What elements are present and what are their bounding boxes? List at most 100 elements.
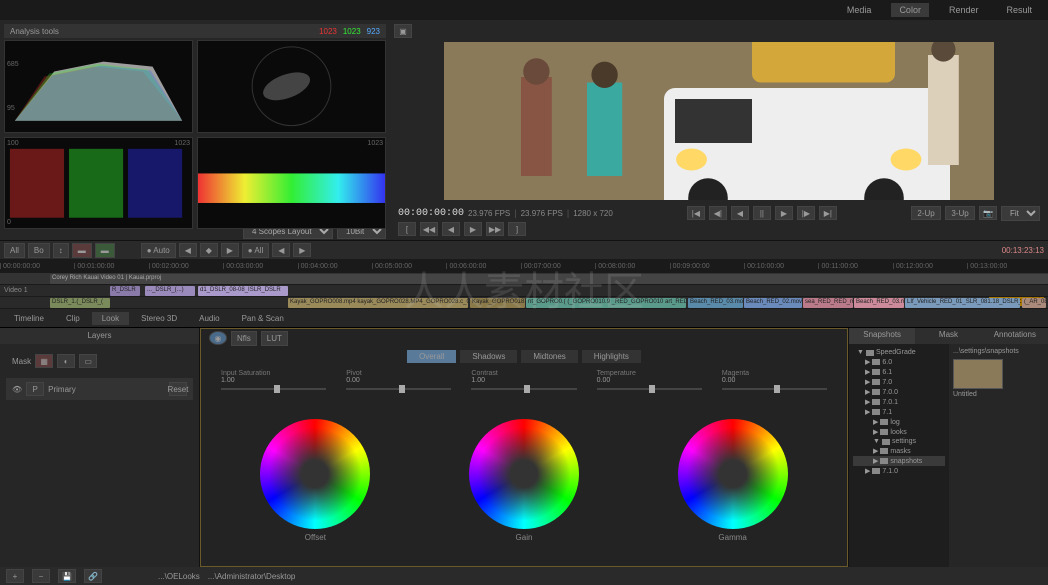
prev-edit-button[interactable]: ◀◀ (420, 222, 438, 236)
tab-snapshots[interactable]: Snapshots (849, 328, 915, 344)
snapshot-thumb[interactable] (953, 359, 1003, 389)
tree-item[interactable]: ▶ masks (853, 446, 945, 456)
tree-item[interactable]: ▶ looks (853, 427, 945, 437)
timeline-ruler[interactable]: 00:00:00:0000:01:00:0000:02:00:0000:03:0… (0, 259, 1048, 273)
tree-item[interactable]: ▶ 6.1 (853, 367, 945, 377)
goto-start-button[interactable]: |◀ (687, 206, 705, 220)
scope-histogram[interactable]: 685 95 (4, 40, 193, 133)
link-icon[interactable]: 🔗 (84, 569, 102, 583)
color-wheel-offset[interactable] (260, 419, 370, 529)
range-shadows-tab[interactable]: Shadows (460, 350, 517, 363)
range-overall-tab[interactable]: Overall (407, 350, 456, 363)
keyframe-prev-button[interactable]: ◀ (179, 243, 197, 257)
slider-input[interactable] (221, 388, 326, 390)
play-button[interactable]: ▶ (775, 206, 793, 220)
save-icon[interactable]: 💾 (58, 569, 76, 583)
viewer-monitor[interactable] (444, 42, 994, 200)
goto-end-button[interactable]: ▶| (819, 206, 837, 220)
timeline-clip[interactable]: DSLR_1.(_DSLR_( (50, 298, 110, 308)
range-midtones-tab[interactable]: Midtones (521, 350, 577, 363)
timeline-clip[interactable]: sea_RED_RED_m. (803, 298, 853, 308)
keyframe-next-button[interactable]: ▶ (221, 243, 239, 257)
tree-item[interactable]: ▶ 7.0 (853, 377, 945, 387)
nav-prev-button[interactable]: ◀ (272, 243, 290, 257)
tab-annotations[interactable]: Annotations (982, 328, 1048, 344)
timeline-clip[interactable]: d1_DSLR_08-08_ISLR_DSLR (198, 286, 288, 296)
timeline-clip[interactable]: (_AR_08 (1022, 298, 1046, 308)
snapshot-icon[interactable]: 📷 (979, 206, 997, 220)
prev-frame-button[interactable]: ◀ (442, 222, 460, 236)
timeline-clip[interactable]: nt_GOPRO0.( (_GOPRO010.9 _RED_GOPRO010 a… (526, 298, 686, 308)
tab-look[interactable]: Look (92, 312, 129, 325)
timeline-clip[interactable]: ..._DSLR_(...) (145, 286, 195, 296)
compare-3up-button[interactable]: 3-Up (945, 206, 975, 220)
timeline-clip[interactable]: Beach_RED_03.mov (854, 298, 904, 308)
layer-type-icon[interactable]: P (26, 382, 44, 396)
tab-timeline[interactable]: Timeline (4, 312, 54, 325)
show-all-button[interactable]: ● All (242, 243, 270, 258)
scope-rgb-parade[interactable]: 100 0 1023 (4, 137, 193, 230)
tree-root[interactable]: ▼ SpeedGrade (853, 348, 945, 357)
nav-media[interactable]: Media (839, 3, 880, 17)
step-back-button[interactable]: ◀| (709, 206, 727, 220)
out-point-button[interactable]: ] (508, 222, 526, 236)
tree-item[interactable]: ▶ 7.0.0 (853, 387, 945, 397)
tab-stereo[interactable]: Stereo 3D (131, 312, 187, 325)
tree-item[interactable]: ▶ snapshots (853, 456, 945, 466)
mask-icon-2[interactable]: ◐ (57, 354, 75, 368)
tree-item[interactable]: ▶ 7.0.1 (853, 397, 945, 407)
reset-button[interactable]: Reset (169, 382, 187, 396)
mask-icon-1[interactable]: ▦ (35, 354, 53, 368)
nav-color[interactable]: Color (891, 3, 929, 17)
eye-icon[interactable]: 👁 (12, 385, 22, 394)
tree-item[interactable]: ▶ 7.1 (853, 407, 945, 417)
slider-pivot[interactable] (346, 388, 451, 390)
tab-mask[interactable]: Mask (915, 328, 981, 344)
filter-bo-button[interactable]: Bo (28, 243, 50, 258)
play-reverse-button[interactable]: ◀ (731, 206, 749, 220)
scope-vectorscope[interactable] (197, 40, 386, 133)
zoom-select[interactable]: Fit (1001, 206, 1040, 221)
range-highlights-tab[interactable]: Highlights (582, 350, 641, 363)
tab-panscan[interactable]: Pan & Scan (232, 312, 294, 325)
nav-result[interactable]: Result (998, 3, 1040, 17)
tree-item[interactable]: ▼ settings (853, 437, 945, 446)
next-frame-button[interactable]: ▶ (464, 222, 482, 236)
slider-temp[interactable] (597, 388, 702, 390)
tool-slip-icon[interactable]: ▬ (95, 243, 115, 258)
tree-item[interactable]: ▶ log (853, 417, 945, 427)
slider-contrast[interactable] (471, 388, 576, 390)
folder-tree[interactable]: ▼ SpeedGrade ▶ 6.0▶ 6.1▶ 7.0▶ 7.0.0▶ 7.0… (849, 344, 949, 567)
step-fwd-button[interactable]: |▶ (797, 206, 815, 220)
tool-select-icon[interactable]: ↕ (53, 243, 69, 258)
tab-audio[interactable]: Audio (189, 312, 229, 325)
timeline-clip[interactable]: Kayak_GOPRO008.mp4 kayak_GOPRO028.MP4_GO… (288, 298, 468, 308)
nav-render[interactable]: Render (941, 3, 987, 17)
timeline-clip[interactable]: LIf_Vehicle_RED_01_SLR_081.18_DSLR_01_( (905, 298, 1020, 308)
tool-razor-icon[interactable]: ▬ (72, 243, 92, 258)
timeline-clip[interactable]: Beach_RED_03.mov (688, 298, 743, 308)
tab-clip[interactable]: Clip (56, 312, 90, 325)
tree-item[interactable]: ▶ 7.1.0 (853, 466, 945, 476)
mode-label[interactable]: Nfls (231, 331, 257, 346)
in-point-button[interactable]: [ (398, 222, 416, 236)
tree-item[interactable]: ▶ 6.0 (853, 357, 945, 367)
color-wheel-gain[interactable] (469, 419, 579, 529)
subtract-button[interactable]: − (32, 569, 50, 583)
add-button[interactable]: + (6, 569, 24, 583)
compare-2up-button[interactable]: 2-Up (911, 206, 941, 220)
color-wheel-gamma[interactable] (678, 419, 788, 529)
pause-button[interactable]: || (753, 206, 771, 220)
scope-waveform[interactable]: 1023 (197, 137, 386, 230)
timeline-clip[interactable]: Beach_RED_02.mov (744, 298, 802, 308)
nav-next-button[interactable]: ▶ (293, 243, 311, 257)
mask-icon-3[interactable]: ▭ (79, 354, 97, 368)
slider-magenta[interactable] (722, 388, 827, 390)
mode-lut-button[interactable]: LUT (261, 331, 288, 346)
filter-all-button[interactable]: All (4, 243, 25, 258)
mode-wheel-icon[interactable]: ◉ (209, 331, 227, 345)
next-edit-button[interactable]: ▶▶ (486, 222, 504, 236)
keyframe-auto-button[interactable]: ● Auto (141, 243, 176, 258)
keyframe-add-button[interactable]: ◆ (200, 243, 218, 257)
project-clip[interactable]: Corey Rich Kauai Video 01 | Kauai.prproj (50, 274, 1048, 284)
